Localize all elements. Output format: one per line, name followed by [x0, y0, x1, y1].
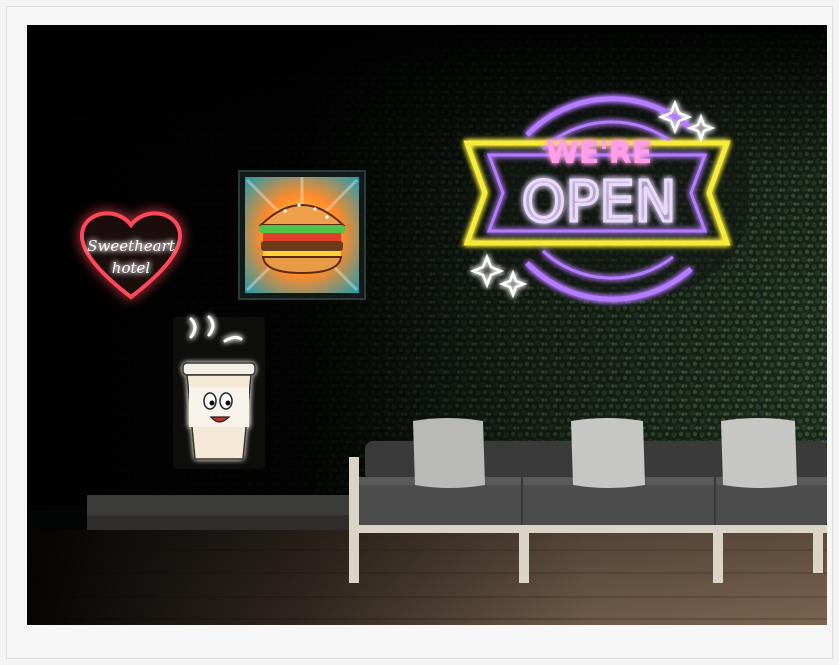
neon-signs-photo: Sweetheart hotel WE'RE OPEN — [27, 25, 827, 625]
heart-sign-line2: hotel — [112, 259, 151, 277]
heart-sign-line1: Sweetheart — [87, 237, 176, 255]
open-sign-top-text: WE'RE — [546, 136, 652, 171]
coffee-cup-neon-sign — [173, 315, 265, 469]
pillow — [413, 418, 485, 488]
pillow — [571, 418, 645, 488]
open-sign-main-text: OPEN — [521, 170, 676, 235]
burger-neon-sign — [238, 170, 366, 300]
scene-svg: Sweetheart hotel WE'RE OPEN — [27, 25, 827, 625]
image-frame: Sweetheart hotel WE'RE OPEN — [6, 6, 833, 659]
pillow — [721, 418, 797, 488]
